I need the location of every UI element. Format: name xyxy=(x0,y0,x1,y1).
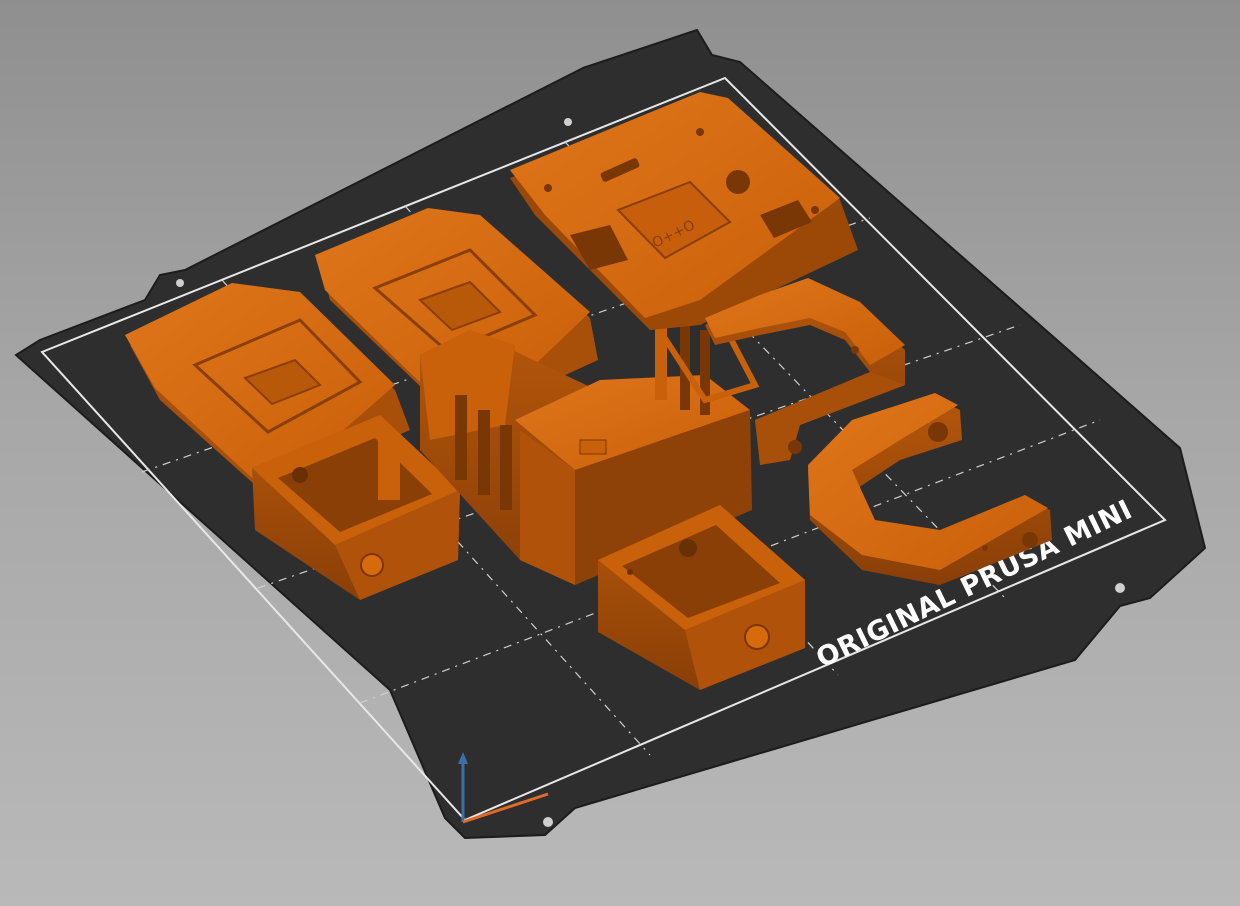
scene-canvas[interactable]: ORIGINAL PRUSA MINI O++O xyxy=(0,0,1240,906)
bed-hole xyxy=(564,118,572,126)
bed-hole xyxy=(1115,583,1125,593)
3d-viewport[interactable]: ORIGINAL PRUSA MINI O++O xyxy=(0,0,1240,906)
bed-hole xyxy=(176,279,184,287)
bed-hole xyxy=(543,817,553,827)
